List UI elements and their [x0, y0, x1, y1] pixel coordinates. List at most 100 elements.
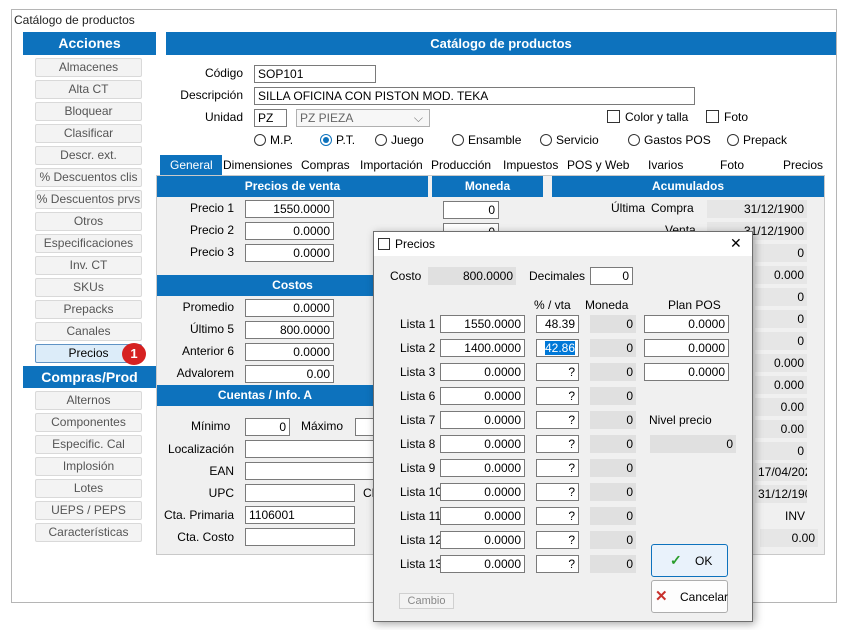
- moneda-value-1[interactable]: 0: [443, 201, 499, 219]
- type-radio-0[interactable]: [254, 134, 266, 146]
- precio-label-2: Precio 2: [189, 223, 234, 237]
- tab-pos-y-web[interactable]: POS y Web: [567, 155, 641, 175]
- sidebar-item-canales[interactable]: Canales: [35, 322, 142, 341]
- costo-input-2[interactable]: 0.0000: [245, 343, 334, 361]
- costo-input-0[interactable]: 0.0000: [245, 299, 334, 317]
- price-list-input-7[interactable]: 0.0000: [440, 483, 525, 501]
- tab-precios[interactable]: Precios: [783, 155, 825, 175]
- tab-producci-n[interactable]: Producción: [431, 155, 497, 175]
- sidebar-item-implosi-n[interactable]: Implosión: [35, 457, 142, 476]
- price-list-input-3[interactable]: 0.0000: [440, 387, 525, 405]
- tab-ivarios[interactable]: Ivarios: [648, 155, 694, 175]
- sidebar-item-bloquear[interactable]: Bloquear: [35, 102, 142, 121]
- tab-importaci-n[interactable]: Importación: [360, 155, 428, 175]
- sidebar-item-prepacks[interactable]: Prepacks: [35, 300, 142, 319]
- color-talla-checkbox[interactable]: [607, 110, 620, 123]
- foto-checkbox[interactable]: [706, 110, 719, 123]
- tab-compras[interactable]: Compras: [301, 155, 355, 175]
- sidebar-item-alta-ct[interactable]: Alta CT: [35, 80, 142, 99]
- sidebar-item-caracter-sticas[interactable]: Características: [35, 523, 142, 542]
- ok-label: OK: [695, 554, 713, 568]
- descripcion-input[interactable]: SILLA OFICINA CON PISTON MOD. TEKA: [254, 87, 695, 105]
- cambio-button[interactable]: Cambio: [399, 593, 454, 609]
- codigo-input[interactable]: SOP101: [254, 65, 376, 83]
- pct-vta-input-7[interactable]: ?: [536, 483, 579, 501]
- unidad-input[interactable]: PZ: [254, 109, 287, 127]
- type-radio-2[interactable]: [375, 134, 387, 146]
- sidebar-item-lotes[interactable]: Lotes: [35, 479, 142, 498]
- type-radio-3[interactable]: [452, 134, 464, 146]
- cta-primaria-input[interactable]: 1106001: [245, 506, 355, 524]
- type-radio-1[interactable]: [320, 134, 332, 146]
- plan-pos-input-0[interactable]: 0.0000: [644, 315, 729, 333]
- localizacion-input[interactable]: [245, 440, 375, 458]
- price-list-input-6[interactable]: 0.0000: [440, 459, 525, 477]
- sidebar-item-inv-ct[interactable]: Inv. CT: [35, 256, 142, 275]
- ean-input[interactable]: [245, 462, 375, 480]
- price-list-input-8[interactable]: 0.0000: [440, 507, 525, 525]
- type-radio-6[interactable]: [727, 134, 739, 146]
- precio-input-1[interactable]: 1550.0000: [245, 200, 334, 218]
- moneda-col-value-9: 0: [590, 531, 636, 549]
- pct-vta-value-0: 48.39: [544, 317, 575, 331]
- pct-vta-input-10[interactable]: ?: [536, 555, 579, 573]
- sidebar-item-otros[interactable]: Otros: [35, 212, 142, 231]
- sidebar-item-ueps-peps[interactable]: UEPS / PEPS: [35, 501, 142, 520]
- price-list-input-1[interactable]: 1400.0000: [440, 339, 525, 357]
- decimales-input[interactable]: 0: [590, 267, 633, 285]
- close-icon[interactable]: ✕: [730, 235, 742, 252]
- nivel-precio-value: 0: [650, 435, 736, 453]
- maximo-input[interactable]: [355, 418, 375, 436]
- pct-vta-input-3[interactable]: ?: [536, 387, 579, 405]
- precio-input-3[interactable]: 0.0000: [245, 244, 334, 262]
- type-radio-4[interactable]: [540, 134, 552, 146]
- nivel-precio-label: Nivel precio: [649, 413, 712, 427]
- sidebar-item-especific-cal[interactable]: Especific. Cal: [35, 435, 142, 454]
- pct-vta-input-6[interactable]: ?: [536, 459, 579, 477]
- localizacion-label: Localización: [167, 442, 234, 456]
- type-label-5: Gastos POS: [644, 133, 711, 147]
- pct-vta-input-9[interactable]: ?: [536, 531, 579, 549]
- sidebar-item--descuentos-clis[interactable]: % Descuentos clis: [35, 168, 142, 187]
- precio-input-2[interactable]: 0.0000: [245, 222, 334, 240]
- sidebar-item-clasificar[interactable]: Clasificar: [35, 124, 142, 143]
- pct-vta-input-2[interactable]: ?: [536, 363, 579, 381]
- sidebar-item-descr-ext-[interactable]: Descr. ext.: [35, 146, 142, 165]
- price-list-input-5[interactable]: 0.0000: [440, 435, 525, 453]
- unidad-select[interactable]: PZ PIEZA ⌵: [296, 109, 430, 127]
- pct-vta-input-0[interactable]: 48.39: [536, 315, 579, 333]
- cta-costo-input[interactable]: [245, 528, 355, 546]
- upc-input[interactable]: [245, 484, 355, 502]
- acumulado-value-4: 0: [755, 332, 807, 350]
- type-radio-5[interactable]: [628, 134, 640, 146]
- plan-pos-input-2[interactable]: 0.0000: [644, 363, 729, 381]
- sidebar-item-almacenes[interactable]: Almacenes: [35, 58, 142, 77]
- costo-input-3[interactable]: 0.00: [245, 365, 334, 383]
- sidebar-item--descuentos-prvs[interactable]: % Descuentos prvs: [35, 190, 142, 209]
- price-list-input-9[interactable]: 0.0000: [440, 531, 525, 549]
- price-list-input-10[interactable]: 0.0000: [440, 555, 525, 573]
- tab-impuestos[interactable]: Impuestos: [503, 155, 561, 175]
- sidebar-item-skus[interactable]: SKUs: [35, 278, 142, 297]
- minimo-input[interactable]: 0: [245, 418, 290, 436]
- tab-general[interactable]: General: [160, 155, 222, 175]
- pct-vta-input-8[interactable]: ?: [536, 507, 579, 525]
- minimo-label: Mínimo: [191, 419, 231, 433]
- plan-pos-input-1[interactable]: 0.0000: [644, 339, 729, 357]
- sidebar-item-alternos[interactable]: Alternos: [35, 391, 142, 410]
- costo-input-1[interactable]: 800.0000: [245, 321, 334, 339]
- price-list-input-0[interactable]: 1550.0000: [440, 315, 525, 333]
- pct-vta-input-4[interactable]: ?: [536, 411, 579, 429]
- ok-button[interactable]: ✓ OK: [651, 544, 728, 577]
- sidebar-item-especificaciones[interactable]: Especificaciones: [35, 234, 142, 253]
- check-icon: ✓: [670, 552, 682, 568]
- tab-dimensiones[interactable]: Dimensiones: [223, 155, 295, 175]
- sidebar-item-componentes[interactable]: Componentes: [35, 413, 142, 432]
- pct-vta-input-5[interactable]: ?: [536, 435, 579, 453]
- tab-foto[interactable]: Foto: [720, 155, 758, 175]
- moneda-col-value-3: 0: [590, 387, 636, 405]
- price-list-input-4[interactable]: 0.0000: [440, 411, 525, 429]
- cancel-button[interactable]: ✕ Cancelar: [651, 580, 728, 613]
- pct-vta-input-1[interactable]: 42.86: [536, 339, 579, 357]
- price-list-input-2[interactable]: 0.0000: [440, 363, 525, 381]
